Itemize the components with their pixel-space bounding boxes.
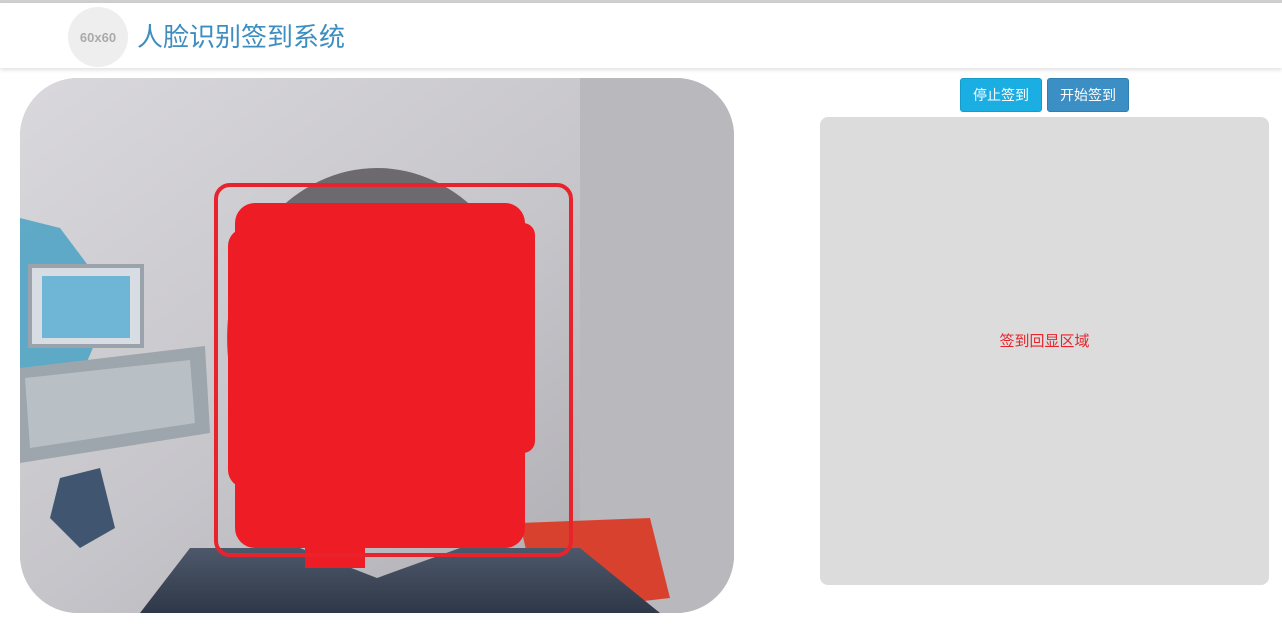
camera-feed [20,78,734,613]
result-placeholder-text: 签到回显区域 [999,331,1090,350]
app-header: 60x60 人脸识别签到系统 [0,3,1282,68]
page-title: 人脸识别签到系统 [137,23,346,53]
start-checkin-button[interactable]: 开始签到 [1047,78,1129,112]
logo-placeholder: 60x60 [68,7,128,67]
checkin-result-panel: 签到回显区域 [820,117,1269,585]
stop-checkin-button[interactable]: 停止签到 [960,78,1042,112]
camera-frame-image [20,78,734,613]
